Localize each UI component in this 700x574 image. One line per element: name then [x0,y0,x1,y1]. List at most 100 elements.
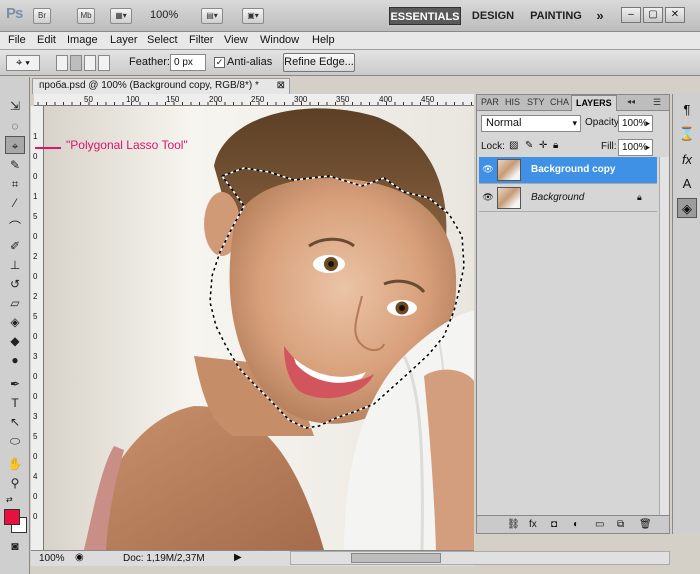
clone-stamp-tool-icon[interactable]: ⊥ [5,256,25,274]
adjustment-layer-icon[interactable]: ◐ [573,519,579,530]
refine-edge-button[interactable]: Refine Edge... [283,53,355,72]
chevron-down-icon: ▾ [572,118,577,128]
history-brush-tool-icon[interactable]: ↺ [5,275,25,293]
menu-layer[interactable]: Layer [110,34,138,46]
ruler-tick: 0 [33,452,38,461]
new-group-icon[interactable]: ▭ [595,519,604,530]
menu-select[interactable]: Select [147,34,178,46]
move-tool-icon[interactable]: ⇲ [5,97,25,115]
new-selection-icon[interactable] [56,55,68,71]
status-zoom[interactable]: 100% [39,553,65,564]
eraser-tool-icon[interactable]: ▱ [5,294,25,312]
history-panel-icon[interactable]: ⌛ [677,124,697,144]
layer-row-background[interactable]: 👁︎ Background 🔒︎ [479,185,657,212]
horizontal-scrollbar[interactable] [290,551,670,565]
panel-collapse-icon[interactable]: ◂◂ [627,97,635,106]
close-icon[interactable]: ✕ [665,7,685,23]
visibility-eye-icon[interactable]: 👁︎ [481,192,495,204]
layer-name[interactable]: Background [531,192,584,203]
lock-image-icon[interactable]: ✎ [525,140,533,151]
polygonal-lasso-tool-icon[interactable]: ⌖ [5,136,25,154]
delete-layer-icon[interactable]: 🗑︎ [639,519,652,530]
tab-paragraph[interactable]: PAR [481,97,499,107]
ruler-tick: 0 [33,512,38,521]
tab-channels[interactable]: CHA [550,97,569,107]
fill-input[interactable]: 100% ▸ [618,139,653,156]
close-document-icon[interactable]: ⊠ [277,79,285,93]
link-layers-icon[interactable]: ⛓ [507,519,520,530]
menu-file[interactable]: File [8,34,26,46]
antialias-checkbox[interactable]: ✓ [214,57,225,68]
intersect-selection-icon[interactable] [98,55,110,71]
pen-tool-icon[interactable]: ✒ [5,375,25,393]
lock-transparent-icon[interactable]: ▨ [509,140,518,151]
document-canvas[interactable] [44,106,474,550]
view-extras-button[interactable]: ▦▾ [110,8,132,24]
new-layer-icon[interactable]: ⧉ [617,519,624,530]
path-selection-tool-icon[interactable]: ↖ [5,413,25,431]
panel-dock: ¶ ⌛ fx A ◈ [672,94,700,534]
opacity-input[interactable]: 100% ▸ [618,115,653,132]
status-menu-arrow-icon[interactable]: ▶ [234,552,242,563]
menu-window[interactable]: Window [260,34,299,46]
menu-edit[interactable]: Edit [37,34,56,46]
layers-panel-icon[interactable]: ◈ [677,198,697,218]
add-to-selection-icon[interactable] [70,55,82,71]
document-tab[interactable]: проба.psd @ 100% (Background copy, RGB/8… [32,78,290,94]
quick-mask-icon[interactable]: ◙ [5,537,25,555]
tab-layers[interactable]: LAYERS [571,95,617,111]
layer-name[interactable]: Background copy [531,164,615,175]
arrange-documents-button[interactable]: ▤▾ [201,8,223,24]
marquee-tool-icon[interactable]: ◌ [5,117,25,135]
paint-bucket-tool-icon[interactable]: ◈ [5,313,25,331]
bridge-button[interactable]: Br [33,8,51,24]
scrollbar-thumb[interactable] [351,553,441,563]
crop-tool-icon[interactable]: ⌗ [5,175,25,193]
quick-selection-tool-icon[interactable]: ✎ [5,156,25,174]
menu-view[interactable]: View [224,34,248,46]
layers-scrollbar[interactable] [659,157,669,515]
layer-mask-icon[interactable]: ◘ [551,519,557,530]
foreground-color-swatch[interactable] [4,509,20,525]
feather-input[interactable]: 0 px [170,54,206,71]
status-info-icon[interactable]: ◉ [75,552,84,563]
lock-all-icon[interactable]: 🔒︎ [553,140,558,151]
swap-colors-icon[interactable]: ⇄ [6,495,13,504]
type-tool-icon[interactable]: T [5,394,25,412]
blend-mode-select[interactable]: Normal ▾ [481,115,581,132]
zoom-tool-icon[interactable]: ⚲ [5,474,25,492]
tab-history[interactable]: HIS [505,97,520,107]
more-workspaces-button[interactable]: » [592,7,608,25]
eyedropper-tool-icon[interactable]: ⁄ [5,194,25,212]
layer-style-icon[interactable]: fx [529,519,537,530]
healing-brush-tool-icon[interactable]: ⌒ [5,218,25,236]
panel-menu-icon[interactable]: ☰ [653,97,661,108]
zoom-level[interactable]: 100% [150,9,178,21]
lock-position-icon[interactable]: ✛ [539,140,547,151]
hand-tool-icon[interactable]: ✋ [5,455,25,473]
mini-bridge-button[interactable]: Mb [77,8,95,24]
character-panel-icon[interactable]: A [677,174,697,194]
screen-mode-button[interactable]: ▣▾ [242,8,264,24]
workspace-painting[interactable]: PAINTING [528,7,584,25]
layer-row-background-copy[interactable]: 👁︎ Background copy [479,157,657,184]
visibility-eye-icon[interactable]: 👁︎ [481,164,495,176]
menu-filter[interactable]: Filter [189,34,213,46]
subtract-from-selection-icon[interactable] [84,55,96,71]
paragraph-panel-icon[interactable]: ¶ [677,100,697,120]
lock-label: Lock: [481,141,505,152]
styles-panel-icon[interactable]: fx [677,150,697,170]
shape-tool-icon[interactable]: ⬭ [5,432,25,450]
minimize-icon[interactable]: – [621,7,641,23]
dodge-tool-icon[interactable]: ● [5,351,25,369]
brush-tool-icon[interactable]: ✐ [5,237,25,255]
maximize-icon[interactable]: ▢ [643,7,663,23]
workspace-essentials[interactable]: ESSENTIALS [389,7,461,25]
blur-tool-icon[interactable]: ◆ [5,332,25,350]
workspace-design[interactable]: DESIGN [470,7,516,25]
menu-image[interactable]: Image [67,34,98,46]
menu-help[interactable]: Help [312,34,335,46]
tool-preset-picker[interactable]: ⌖ ▾ [6,55,40,71]
tab-styles[interactable]: STY [527,97,545,107]
tool-callout-label: "Polygonal Lasso Tool" [66,138,188,152]
